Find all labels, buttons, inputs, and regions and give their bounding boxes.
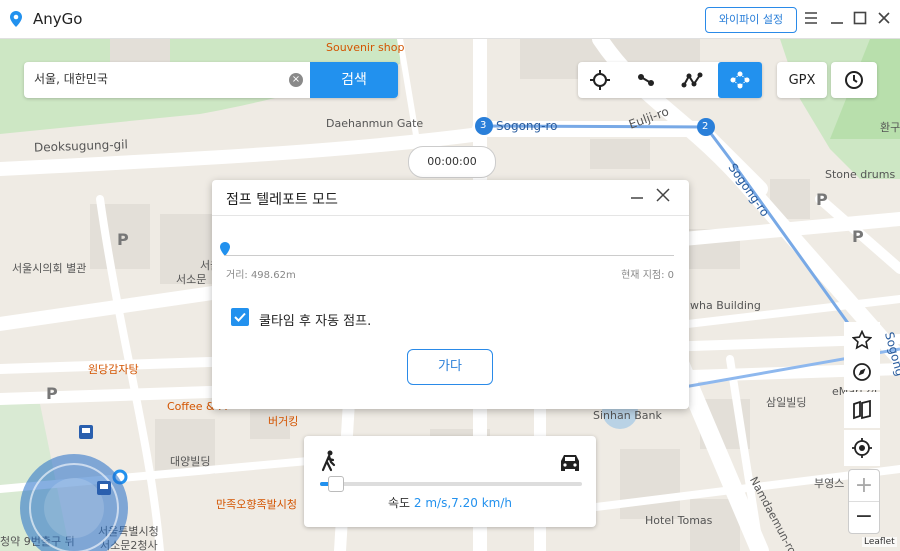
compass-icon: [853, 363, 871, 381]
speed-slider-thumb[interactable]: [328, 476, 344, 492]
search-input[interactable]: [32, 70, 306, 86]
minimize-icon[interactable]: [829, 10, 845, 26]
menu-icon[interactable]: [803, 10, 819, 26]
map-label-seoul-annex-b: 서소문: [176, 273, 207, 286]
map-label-restaurant: 원당감자탕: [88, 363, 139, 376]
app-title: AnyGo: [33, 10, 83, 28]
two-spot-route-icon: [638, 74, 654, 86]
bus-stop-icon-2: [97, 481, 111, 495]
progress-pin-icon: [220, 242, 230, 256]
auto-jump-label: 쿨타임 후 자동 점프.: [259, 314, 372, 329]
clock-icon: [845, 71, 863, 89]
location-pin-icon: [10, 11, 22, 27]
history-button[interactable]: [832, 62, 876, 98]
map-label-manjok: 만족오향족발시청: [216, 498, 297, 511]
go-button[interactable]: 가다: [407, 349, 493, 385]
search-button[interactable]: 검색: [310, 62, 398, 98]
gpx-button[interactable]: GPX: [780, 62, 824, 98]
current-point-text: 현재 지점: 0: [621, 270, 674, 281]
speed-value: 2 m/s,7.20 km/h: [413, 496, 512, 510]
map-label-buyeong: 부영스: [814, 477, 845, 490]
star-icon: [852, 330, 872, 350]
waypoint-3[interactable]: 3: [480, 120, 486, 131]
multi-spot-mode-button[interactable]: [670, 62, 714, 98]
map-label-hwan: 환구: [880, 121, 900, 134]
clear-search-icon[interactable]: ×: [289, 73, 303, 87]
walking-icon[interactable]: [320, 450, 338, 472]
zoom-control: + −: [848, 469, 880, 534]
map-label-hotel-tomas: Hotel Tomas: [645, 514, 713, 527]
route-timer: 00:00:00: [408, 146, 496, 178]
svg-text:P: P: [46, 384, 58, 403]
history-toolbar: [831, 62, 877, 98]
svg-text:P: P: [852, 227, 864, 246]
map-label-daehanmun: Daehanmun Gate: [326, 117, 424, 130]
map-label-sogong-ro: Sogong-ro: [496, 119, 558, 133]
speed-panel: 속도 2 m/s,7.20 km/h: [304, 436, 596, 527]
crosshair-icon: [590, 70, 610, 90]
car-icon[interactable]: [558, 452, 582, 472]
dialog-close-icon[interactable]: [656, 188, 670, 202]
jump-teleport-dialog: 점프 텔레포트 모드 거리: 498.62m 현재 지점: 0 쿨타임 후 자동…: [212, 180, 689, 409]
svg-text:P: P: [117, 230, 129, 249]
map-label-daeyang: 대양빌딩: [170, 455, 211, 468]
speed-slider[interactable]: [320, 476, 582, 492]
dialog-title: 점프 텔레포트 모드: [226, 192, 338, 208]
map-book-icon: [853, 400, 871, 420]
title-bar: AnyGo 와이파이 설정: [0, 0, 900, 39]
locate-icon: [852, 438, 872, 458]
two-spot-mode-button[interactable]: [624, 62, 668, 98]
zoom-in-button[interactable]: +: [849, 470, 879, 502]
search-bar: × 검색: [24, 62, 398, 98]
svg-text:P: P: [816, 190, 828, 209]
map-label-hwa-building: wha Building: [690, 299, 761, 312]
map-label-stone-drums: Stone drums: [825, 168, 896, 181]
joystick-ring: [29, 463, 119, 551]
maximize-icon[interactable]: [852, 10, 868, 26]
speed-label: 속도: [388, 496, 411, 510]
locate-me-button[interactable]: [844, 430, 880, 466]
auto-jump-checkbox[interactable]: [231, 308, 249, 326]
map-label-council: 서울시의회 별관: [12, 262, 87, 275]
jump-teleport-mode-button[interactable]: [718, 62, 762, 98]
mode-toolbar: [578, 62, 762, 98]
dialog-minimize-icon[interactable]: [630, 190, 644, 204]
waypoint-2[interactable]: 2: [702, 121, 708, 132]
multi-spot-route-icon: [681, 72, 703, 88]
distance-text: 거리: 498.62m: [226, 270, 296, 281]
dialog-divider: [212, 215, 689, 216]
map-label-sinhan: Sinhan Bank: [593, 409, 662, 422]
route-progress-track: [224, 255, 674, 256]
map-label-burger: 버거킹: [268, 415, 299, 428]
compass-button[interactable]: [844, 354, 880, 390]
map-label-souvenir: Souvenir shop: [326, 41, 405, 54]
checkmark-icon: [234, 312, 246, 322]
wifi-settings-button[interactable]: 와이파이 설정: [705, 7, 797, 33]
map-attribution[interactable]: Leaflet: [862, 537, 897, 547]
map-label-samil: 삼일빌딩: [766, 396, 807, 409]
jump-teleport-icon: [730, 71, 750, 89]
zoom-out-button[interactable]: −: [849, 502, 879, 533]
favorites-button[interactable]: [844, 322, 880, 358]
joystick[interactable]: [20, 454, 128, 551]
speed-readout: 속도 2 m/s,7.20 km/h: [304, 494, 596, 511]
gpx-toolbar: GPX: [777, 62, 827, 98]
close-icon[interactable]: [876, 10, 892, 26]
bus-stop-icon: [79, 425, 93, 439]
map-layers-button[interactable]: [844, 392, 880, 428]
teleport-mode-button[interactable]: [578, 62, 622, 98]
